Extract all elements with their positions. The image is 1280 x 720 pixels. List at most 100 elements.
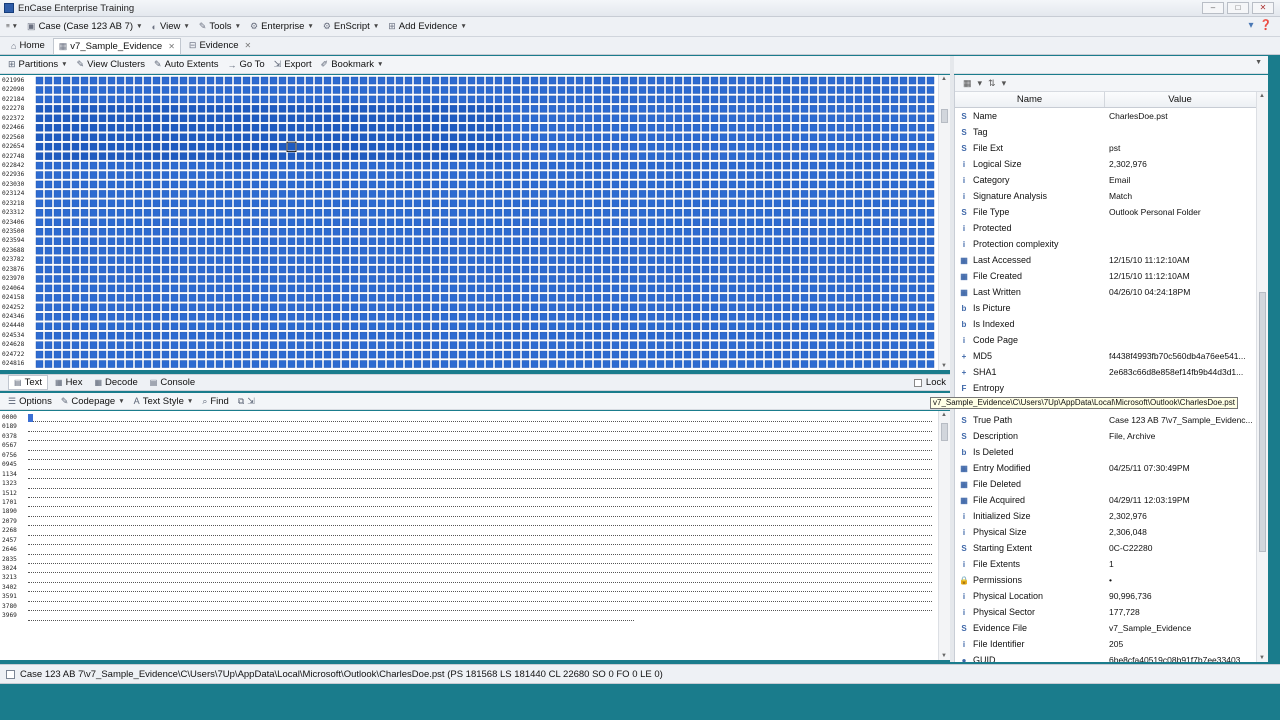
cluster-cell[interactable] — [287, 86, 296, 94]
cluster-cell[interactable] — [269, 237, 278, 245]
cluster-cell[interactable] — [323, 294, 332, 302]
cluster-cell[interactable] — [359, 341, 368, 349]
cluster-cell[interactable] — [710, 246, 719, 255]
cluster-cell[interactable] — [890, 209, 899, 217]
cluster-cell[interactable] — [458, 218, 467, 226]
cluster-cell[interactable] — [134, 341, 143, 349]
cluster-cell[interactable] — [377, 76, 386, 85]
cluster-cell[interactable] — [584, 209, 593, 217]
cluster-cell[interactable] — [422, 95, 431, 104]
cluster-cell[interactable] — [269, 180, 278, 189]
cluster-cell[interactable] — [449, 209, 458, 217]
cluster-cell[interactable] — [404, 190, 413, 198]
cluster-cell[interactable] — [377, 303, 386, 312]
cluster-cell[interactable] — [539, 124, 548, 132]
cluster-cell[interactable] — [854, 237, 863, 245]
cluster-cell[interactable] — [188, 341, 197, 349]
cluster-cell[interactable] — [170, 114, 179, 123]
cluster-cell[interactable] — [674, 142, 683, 151]
cluster-cell[interactable] — [80, 95, 89, 104]
cluster-cell[interactable] — [431, 360, 440, 368]
cluster-cell[interactable] — [377, 237, 386, 245]
cluster-cell[interactable] — [890, 114, 899, 123]
cluster-cell[interactable] — [755, 76, 764, 85]
cluster-cell[interactable] — [386, 350, 395, 359]
cluster-cell[interactable] — [755, 105, 764, 113]
cluster-cell[interactable] — [737, 275, 746, 283]
cluster-cell[interactable] — [494, 256, 503, 264]
cluster-cell[interactable] — [755, 237, 764, 245]
cluster-cell[interactable] — [305, 95, 314, 104]
cluster-cell[interactable] — [215, 284, 224, 293]
cluster-cell[interactable] — [224, 350, 233, 359]
cluster-cell[interactable] — [134, 303, 143, 312]
cluster-cell[interactable] — [908, 341, 917, 349]
cluster-cell[interactable] — [431, 303, 440, 312]
cluster-cell[interactable] — [494, 152, 503, 160]
cluster-cell[interactable] — [755, 227, 764, 236]
cluster-cell[interactable] — [71, 275, 80, 283]
cluster-cell[interactable] — [899, 190, 908, 198]
cluster-cell[interactable] — [80, 105, 89, 113]
cluster-cell[interactable] — [251, 331, 260, 340]
cluster-cell[interactable] — [422, 218, 431, 226]
minimize-button[interactable]: – — [1202, 2, 1224, 14]
cluster-cell[interactable] — [827, 133, 836, 141]
cluster-cell[interactable] — [584, 199, 593, 208]
cluster-cell[interactable] — [647, 303, 656, 312]
tab-console[interactable]: ▤ Console — [145, 375, 200, 390]
cluster-cell[interactable] — [926, 275, 935, 283]
cluster-cell[interactable] — [224, 76, 233, 85]
cluster-cell[interactable] — [395, 95, 404, 104]
cluster-cell[interactable] — [620, 199, 629, 208]
cluster-cell[interactable] — [521, 237, 530, 245]
cluster-cell[interactable] — [692, 341, 701, 349]
cluster-cell[interactable] — [908, 350, 917, 359]
cluster-cell[interactable] — [422, 133, 431, 141]
cluster-cell[interactable] — [755, 95, 764, 104]
cluster-cell[interactable] — [359, 199, 368, 208]
cluster-cell[interactable] — [629, 114, 638, 123]
cluster-cell[interactable] — [548, 142, 557, 151]
cluster-cell[interactable] — [296, 152, 305, 160]
cluster-cell[interactable] — [629, 199, 638, 208]
cluster-cell[interactable] — [242, 322, 251, 330]
cluster-cell[interactable] — [224, 265, 233, 274]
cluster-cell[interactable] — [386, 124, 395, 132]
cluster-cell[interactable] — [593, 152, 602, 160]
cluster-cell[interactable] — [71, 95, 80, 104]
cluster-cell[interactable] — [863, 237, 872, 245]
property-row[interactable]: i Initialized Size 2,302,976 — [955, 508, 1268, 524]
cluster-cell[interactable] — [800, 237, 809, 245]
cluster-cell[interactable] — [557, 284, 566, 293]
text-line[interactable] — [28, 517, 932, 527]
cluster-cell[interactable] — [251, 227, 260, 236]
cluster-cell[interactable] — [89, 313, 98, 321]
cluster-cell[interactable] — [728, 246, 737, 255]
cluster-cell[interactable] — [107, 218, 116, 226]
cluster-cell[interactable] — [359, 209, 368, 217]
cluster-cell[interactable] — [413, 331, 422, 340]
cluster-cell[interactable] — [629, 294, 638, 302]
cluster-cell[interactable] — [395, 86, 404, 94]
cluster-cell[interactable] — [242, 76, 251, 85]
cluster-cell[interactable] — [53, 322, 62, 330]
cluster-cell[interactable] — [773, 152, 782, 160]
cluster-cell[interactable] — [170, 350, 179, 359]
cluster-cell[interactable] — [404, 294, 413, 302]
cluster-cell[interactable] — [881, 246, 890, 255]
text-line[interactable] — [28, 451, 932, 461]
cluster-cell[interactable] — [224, 190, 233, 198]
cluster-cell[interactable] — [44, 95, 53, 104]
cluster-cell[interactable] — [521, 114, 530, 123]
cluster-cell[interactable] — [539, 294, 548, 302]
cluster-cell[interactable] — [476, 294, 485, 302]
cluster-cell[interactable] — [647, 95, 656, 104]
cluster-cell[interactable] — [224, 322, 233, 330]
cluster-cell[interactable] — [611, 218, 620, 226]
cluster-cell[interactable] — [701, 180, 710, 189]
cluster-cell[interactable] — [215, 265, 224, 274]
cluster-cell[interactable] — [512, 313, 521, 321]
cluster-cell[interactable] — [260, 199, 269, 208]
cluster-cell[interactable] — [638, 360, 647, 368]
